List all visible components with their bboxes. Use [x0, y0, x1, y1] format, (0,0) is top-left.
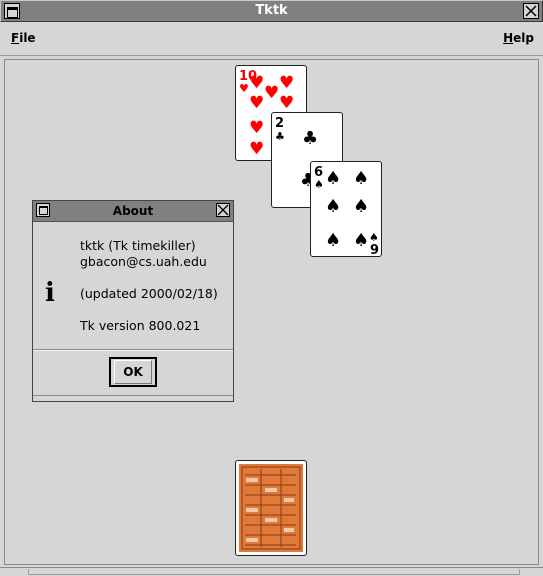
ok-button[interactable]: OK	[109, 357, 157, 387]
svg-text:♠: ♠	[325, 168, 341, 189]
close-icon	[217, 204, 229, 216]
window-close-button[interactable]	[523, 3, 539, 19]
dialog-close-button[interactable]	[216, 203, 230, 217]
menu-help[interactable]: Help	[503, 31, 534, 45]
card-six-of-spades[interactable]: 6 ♠ ♠ ♠ ♠ ♠ ♠ ♠ ♠ 9	[310, 161, 382, 257]
about-line-updated: (updated 2000/02/18)	[80, 286, 218, 301]
window-title: Tktk	[255, 3, 288, 18]
dialog-separator	[33, 349, 233, 351]
card-rank: 2	[275, 116, 284, 131]
svg-text:♣: ♣	[275, 130, 285, 143]
about-line-version: Tk version 800.021	[80, 318, 201, 333]
svg-text:♥: ♥	[264, 83, 279, 103]
svg-text:♥: ♥	[249, 118, 264, 138]
dialog-bottom-border	[33, 395, 233, 402]
svg-text:♠: ♠	[325, 230, 341, 251]
svg-text:♠: ♠	[314, 178, 324, 191]
close-icon	[525, 5, 537, 17]
svg-text:♠: ♠	[353, 196, 369, 217]
about-dialog-titlebar[interactable]: About	[33, 201, 233, 222]
svg-text:♥: ♥	[249, 73, 264, 93]
info-icon: i	[45, 278, 55, 308]
window-titlebar[interactable]: Tktk	[0, 0, 543, 22]
svg-text:♥: ♥	[249, 139, 264, 159]
svg-text:♥: ♥	[279, 93, 294, 113]
svg-text:♥: ♥	[239, 82, 249, 95]
about-dialog: About i tktk (Tk timekiller) gbacon@cs.u…	[32, 200, 234, 402]
ok-button-label: OK	[114, 360, 152, 384]
svg-text:♠: ♠	[353, 168, 369, 189]
svg-text:♠: ♠	[325, 196, 341, 217]
svg-text:♥: ♥	[279, 73, 294, 93]
svg-text:♣: ♣	[302, 128, 318, 149]
menu-file[interactable]: File	[11, 31, 36, 45]
about-line-email: gbacon@cs.uah.edu	[80, 254, 207, 269]
svg-text:♠: ♠	[353, 230, 369, 251]
about-line-program: tktk (Tk timekiller)	[80, 238, 196, 253]
menubar: File Help	[0, 22, 543, 56]
svg-text:♥: ♥	[249, 93, 264, 113]
card-rank-bottom: 9	[370, 243, 379, 257]
deck-card-back[interactable]	[235, 460, 307, 556]
about-dialog-title: About	[112, 204, 154, 218]
